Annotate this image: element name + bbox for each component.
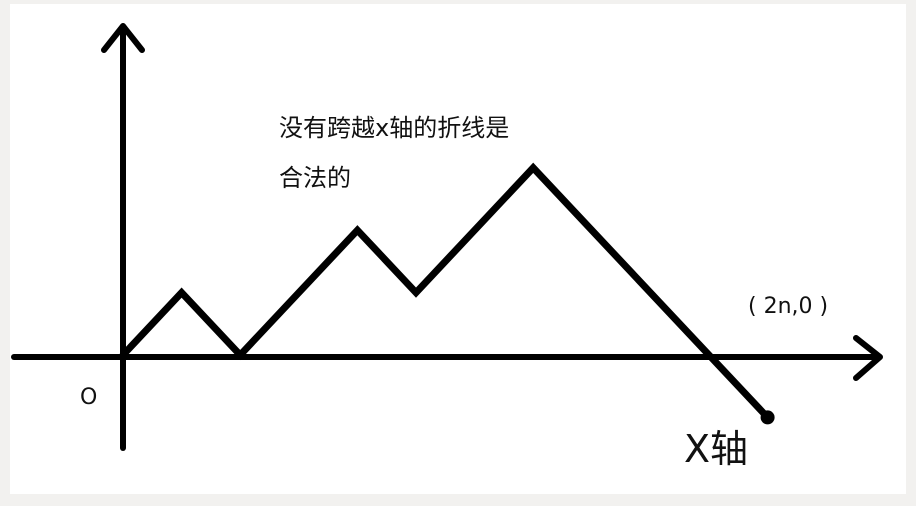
- origin-label: O: [80, 385, 97, 410]
- lattice-path-diagram: 没有跨越x轴的折线是 合法的 O ( 2n,0 ) X轴: [11, 23, 883, 471]
- x-axis-label: X轴: [684, 427, 748, 471]
- annotation-line-2: 合法的: [279, 164, 351, 192]
- lattice-path-polyline: [119, 162, 772, 421]
- annotation-line-1: 没有跨越x轴的折线是: [279, 114, 509, 142]
- endpoint-label: ( 2n,0 ): [748, 294, 828, 319]
- endpoint-dot: [760, 410, 775, 425]
